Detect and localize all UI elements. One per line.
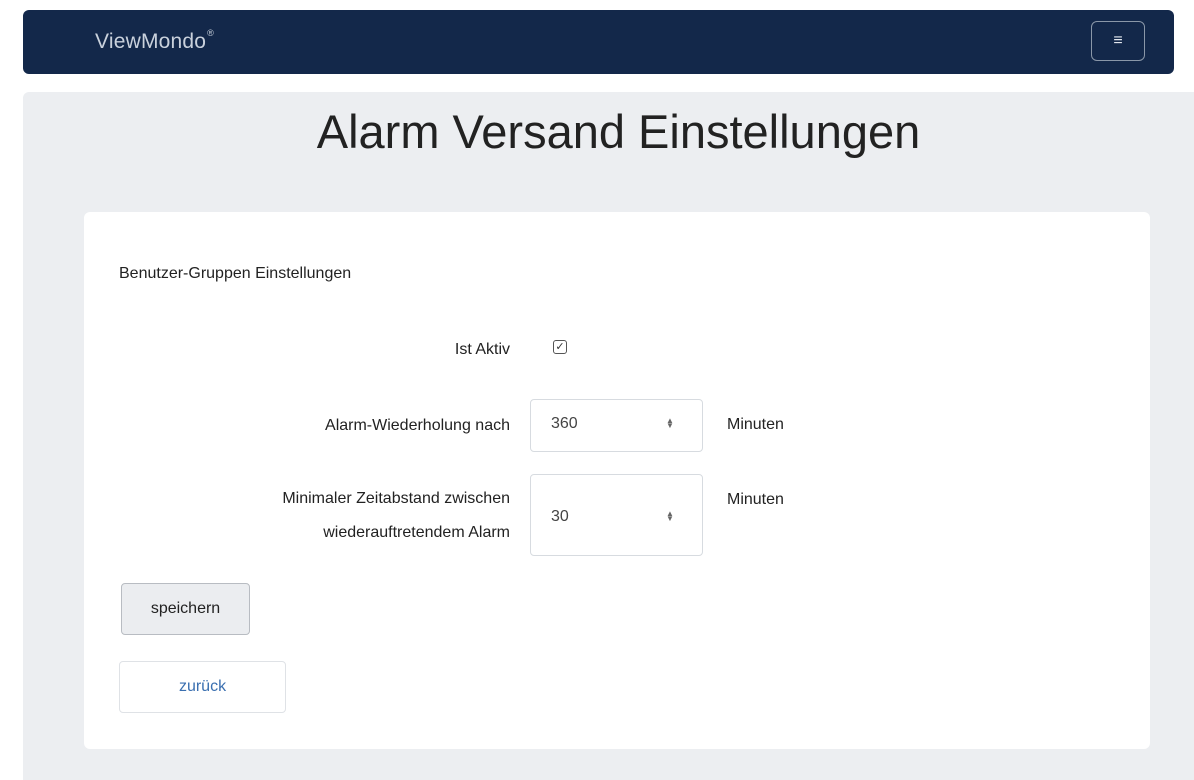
repeat-minutes-value: 360 — [551, 415, 578, 432]
min-interval-unit: Minuten — [727, 491, 784, 508]
active-label: Ist Aktiv — [454, 341, 510, 358]
hamburger-menu-icon: ≡ — [1113, 32, 1123, 49]
back-link-button[interactable]: zurück — [119, 661, 286, 713]
brand-name: ViewMondo — [95, 30, 207, 53]
min-interval-label-line2: wiederauftretendem Alarm — [323, 524, 510, 541]
repeat-label: Alarm-Wiederholung nach — [325, 417, 510, 434]
top-navbar: ViewMondo® ≡ — [23, 10, 1174, 74]
min-interval-minutes-value: 30 — [551, 508, 569, 525]
repeat-minutes-input[interactable]: 360 ▲ ▼ — [530, 399, 703, 452]
brand-logo[interactable]: ViewMondo® — [95, 28, 214, 54]
min-interval-label-line1: Minimaler Zeitabstand zwischen — [282, 490, 510, 507]
active-checkbox[interactable]: ✓ — [553, 340, 567, 354]
page-title: Alarm Versand Einstellungen — [316, 105, 921, 158]
brand-registered-mark: ® — [207, 28, 214, 38]
repeat-unit: Minuten — [727, 416, 784, 433]
min-interval-spinner-icon[interactable]: ▲ ▼ — [665, 510, 675, 523]
section-title: Benutzer-Gruppen Einstellungen — [119, 265, 352, 282]
min-interval-minutes-input[interactable]: 30 ▲ ▼ — [530, 474, 703, 556]
menu-toggle-button[interactable]: ≡ — [1091, 21, 1145, 61]
repeat-spinner-icon[interactable]: ▲ ▼ — [665, 417, 675, 430]
save-button[interactable]: speichern — [121, 583, 250, 635]
checkmark-icon: ✓ — [555, 341, 565, 353]
settings-card: Benutzer-Gruppen Einstellungen Ist Aktiv… — [84, 212, 1150, 749]
